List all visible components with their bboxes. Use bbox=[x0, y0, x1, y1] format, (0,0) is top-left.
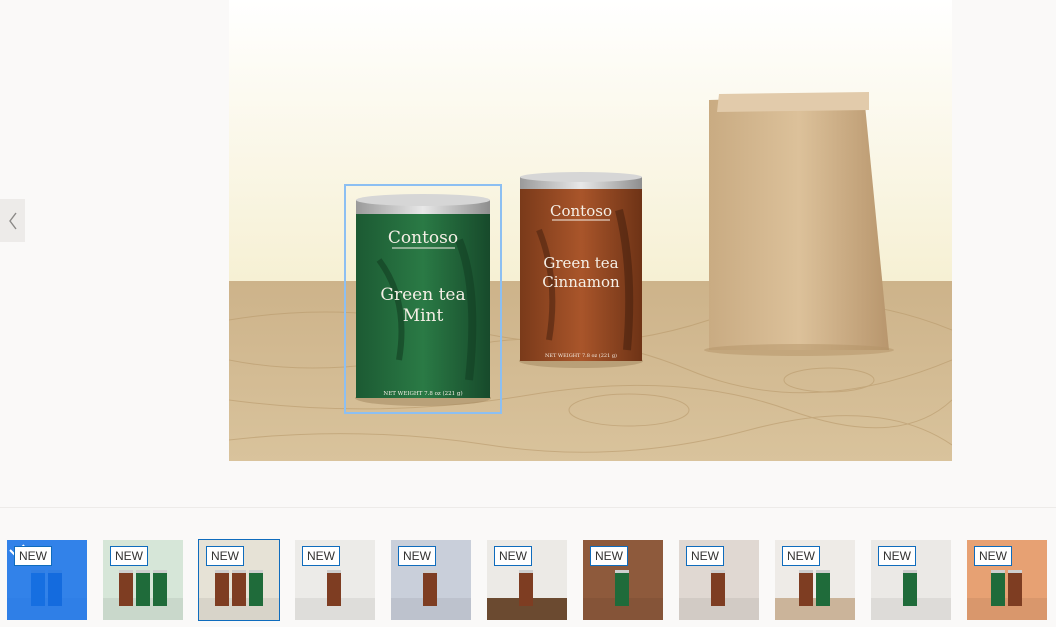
thumbnail-11[interactable]: NEW bbox=[967, 540, 1047, 620]
product-photo: Contoso Green tea Mint NET WEIGHT 7.8 oz… bbox=[229, 0, 952, 461]
tin1-brand: Contoso bbox=[388, 228, 458, 248]
new-badge: NEW bbox=[398, 546, 436, 566]
divider bbox=[0, 507, 1056, 508]
tin2-brand: Contoso bbox=[550, 202, 612, 220]
tin1-name-line2: Mint bbox=[403, 306, 444, 326]
new-badge: NEW bbox=[782, 546, 820, 566]
thumbnail-6[interactable]: NEW bbox=[487, 540, 567, 620]
tin2-name-line1: Green tea bbox=[543, 254, 618, 272]
thumbnail-strip: NEW NEW NEW NEW NEW NEW NEW NEW NEW NEW NEW bbox=[0, 539, 1056, 621]
new-badge: NEW bbox=[878, 546, 916, 566]
tin2-name-line2: Cinnamon bbox=[542, 273, 620, 291]
new-badge: NEW bbox=[206, 546, 244, 566]
tin1-weight: NET WEIGHT 7.8 oz (221 g) bbox=[383, 390, 462, 397]
thumbnail-7[interactable]: NEW bbox=[583, 540, 663, 620]
thumbnail-9[interactable]: NEW bbox=[775, 540, 855, 620]
new-badge: NEW bbox=[302, 546, 340, 566]
chevron-left-icon bbox=[8, 212, 17, 229]
new-badge: NEW bbox=[590, 546, 628, 566]
previous-image-button[interactable] bbox=[0, 199, 25, 242]
new-badge: NEW bbox=[494, 546, 532, 566]
tin2-weight: NET WEIGHT 7.8 oz (221 g) bbox=[545, 352, 617, 359]
thumbnail-3[interactable]: NEW bbox=[198, 539, 280, 621]
thumbnail-2[interactable]: NEW bbox=[103, 540, 183, 620]
thumbnail-8[interactable]: NEW bbox=[679, 540, 759, 620]
new-badge: NEW bbox=[974, 546, 1012, 566]
tin1-name-line1: Green tea bbox=[380, 285, 465, 305]
thumbnail-5[interactable]: NEW bbox=[391, 540, 471, 620]
thumbnail-4[interactable]: NEW bbox=[295, 540, 375, 620]
thumbnail-1[interactable]: NEW bbox=[7, 540, 87, 620]
new-badge: NEW bbox=[110, 546, 148, 566]
thumbnail-10[interactable]: NEW bbox=[871, 540, 951, 620]
new-badge: NEW bbox=[686, 546, 724, 566]
main-product-image: Contoso Green tea Mint NET WEIGHT 7.8 oz… bbox=[229, 0, 952, 461]
new-badge: NEW bbox=[14, 546, 52, 566]
